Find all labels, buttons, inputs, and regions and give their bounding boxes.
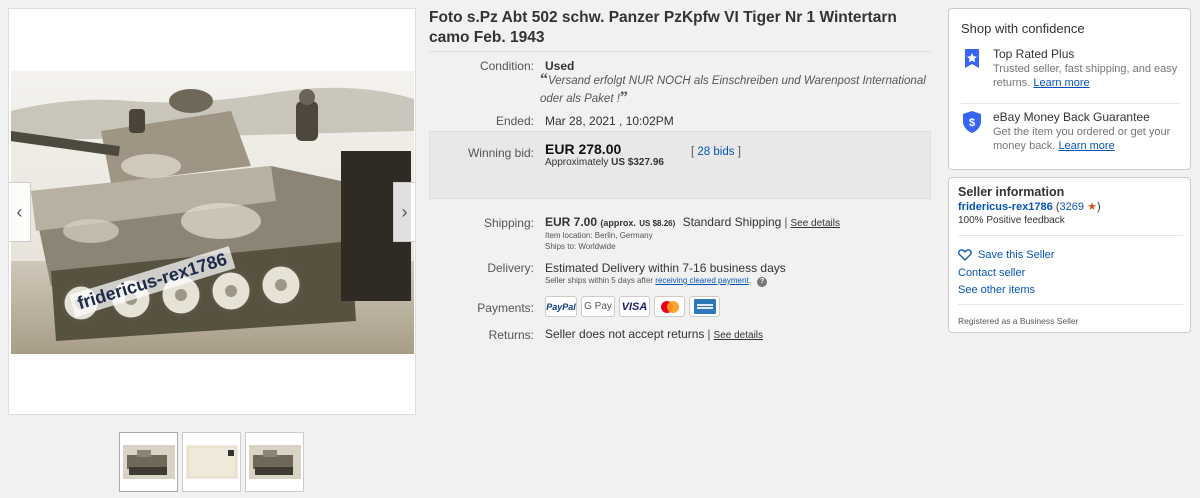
shipping-approx-label: (approx. xyxy=(600,218,636,228)
delivery-value: Estimated Delivery within 7-16 business … xyxy=(545,261,786,275)
ended-label: Ended: xyxy=(495,114,534,128)
returns-value-row: Seller does not accept returns | See detai… xyxy=(545,327,763,341)
thumbnail-strip xyxy=(119,432,304,492)
divider xyxy=(961,103,1180,104)
business-seller-note: Registered as a Business Seller xyxy=(958,316,1079,326)
thumbnail-1[interactable] xyxy=(119,432,178,492)
paypal-icon: PayPal xyxy=(545,296,577,317)
condition-description-block: “Versand erfolgt NUR NOCH als Einschreib… xyxy=(540,71,932,107)
chevron-left-icon[interactable]: ‹ xyxy=(9,182,31,242)
separator: | xyxy=(784,215,788,229)
seller-name-link[interactable]: fridericus-rex1786 xyxy=(958,201,1053,213)
bids-open-bracket: [ xyxy=(691,146,695,158)
thumbnail-image xyxy=(185,445,238,479)
returns-value: Seller does not accept returns xyxy=(545,327,705,341)
close-quote: ” xyxy=(619,89,628,106)
confidence-title: Shop with confidence xyxy=(961,21,1085,36)
feedback-score-link[interactable]: 3269 xyxy=(1060,201,1084,213)
payments-label: Payments: xyxy=(477,301,534,315)
condition-label: Condition: xyxy=(479,59,534,73)
score-close-paren: ) xyxy=(1096,201,1101,213)
google-pay-icon: G Pay xyxy=(581,296,615,317)
delivery-label: Delivery: xyxy=(487,261,534,275)
delivery-note: Seller ships within 5 days after receivi… xyxy=(545,276,768,287)
save-seller-label: Save this Seller xyxy=(978,249,1055,261)
returns-label: Returns: xyxy=(488,328,534,342)
winning-bid-label: Winning bid: xyxy=(467,146,534,160)
divider xyxy=(958,304,1183,305)
guarantee-title: eBay Money Back Guarantee xyxy=(993,110,1150,124)
mastercard-logo xyxy=(660,300,679,313)
seller-information-card: Seller information fridericus-rex1786 (3… xyxy=(948,177,1191,333)
approx-prefix: Approximately xyxy=(545,157,609,168)
condition-description: Versand erfolgt NUR NOCH als Einschreibe… xyxy=(540,75,926,105)
thumbnail-image xyxy=(248,445,301,479)
seller-name-row: fridericus-rex1786 (3269 ★) xyxy=(958,200,1101,213)
shop-with-confidence-card: Shop with confidence Top Rated Plus Trus… xyxy=(948,8,1191,170)
shipping-see-details-link[interactable]: See details xyxy=(790,218,839,229)
chevron-right-icon[interactable]: › xyxy=(393,182,415,242)
amex-logo xyxy=(693,299,716,314)
top-rated-ribbon-icon xyxy=(965,49,979,68)
top-rated-title: Top Rated Plus xyxy=(993,47,1075,61)
save-seller-button[interactable]: Save this Seller xyxy=(958,249,1054,261)
delivery-note-prefix: Seller ships within 5 days after xyxy=(545,276,654,285)
divider xyxy=(429,51,931,52)
payment-methods: PayPal G Pay VISA xyxy=(545,296,720,317)
top-rated-learn-more-link[interactable]: Learn more xyxy=(1033,77,1089,89)
guarantee-learn-more-link[interactable]: Learn more xyxy=(1058,140,1114,152)
money-back-guarantee: $ eBay Money Back Guarantee Get the item… xyxy=(961,110,1187,160)
info-icon[interactable]: ? xyxy=(757,277,768,287)
cleared-payment-link[interactable]: receiving cleared payment xyxy=(655,276,748,285)
ended-value: Mar 28, 2021 , 10:02PM xyxy=(545,114,674,128)
delivery-note-suffix: . xyxy=(748,276,751,285)
separator: | xyxy=(707,327,711,341)
top-rated-description: Trusted seller, fast shipping, and easy … xyxy=(993,63,1181,90)
shield-icon: $ xyxy=(963,111,981,133)
tank-photo-drawing xyxy=(11,71,414,354)
positive-feedback: 100% Positive feedback xyxy=(958,215,1065,226)
mastercard-icon xyxy=(654,296,685,317)
bid-count: [ 28 bids ] xyxy=(691,146,741,158)
image-viewer: fridericus-rex1786 ‹ › xyxy=(8,8,416,415)
item-title: Foto s.Pz Abt 502 schw. Panzer PzKpfw VI… xyxy=(429,9,897,46)
shipping-approx-value: US $8.26) xyxy=(639,219,676,228)
winning-bid-panel xyxy=(429,131,931,199)
thumbnail-2[interactable] xyxy=(182,432,241,492)
thumbnail-3[interactable] xyxy=(245,432,304,492)
visa-icon: VISA xyxy=(619,296,650,317)
star-icon: ★ xyxy=(1087,201,1097,213)
guarantee-description: Get the item you ordered or get your mon… xyxy=(993,126,1181,153)
winning-price: EUR 278.00 xyxy=(545,141,622,157)
shipping-label: Shipping: xyxy=(483,216,534,230)
approx-value: US $327.96 xyxy=(611,157,664,168)
contact-seller-link[interactable]: Contact seller xyxy=(958,267,1025,279)
shipping-value: EUR 7.00 (approx. US $8.26) Standard Shi… xyxy=(545,215,840,229)
shipping-method: Standard Shipping xyxy=(682,215,782,229)
top-rated-plus: Top Rated Plus Trusted seller, fast ship… xyxy=(961,47,1187,97)
seller-info-title: Seller information xyxy=(958,185,1065,199)
svg-text:$: $ xyxy=(969,117,975,129)
item-photo[interactable]: fridericus-rex1786 xyxy=(11,71,414,354)
item-location: Item location: Berlin, Germany xyxy=(545,231,653,240)
see-other-items-link[interactable]: See other items xyxy=(958,284,1035,296)
bids-link[interactable]: 28 bids xyxy=(697,146,734,158)
ships-to: Ships to: Worldwide xyxy=(545,242,616,251)
returns-see-details-link[interactable]: See details xyxy=(714,330,763,341)
shipping-price: EUR 7.00 xyxy=(545,215,598,229)
thumbnail-image xyxy=(122,445,175,479)
bids-close-bracket: ] xyxy=(737,146,741,158)
heart-icon xyxy=(958,249,972,261)
divider xyxy=(958,235,1183,236)
american-express-icon xyxy=(689,296,720,317)
approx-price: Approximately US $327.96 xyxy=(545,157,664,168)
open-quote: “ xyxy=(540,71,548,88)
